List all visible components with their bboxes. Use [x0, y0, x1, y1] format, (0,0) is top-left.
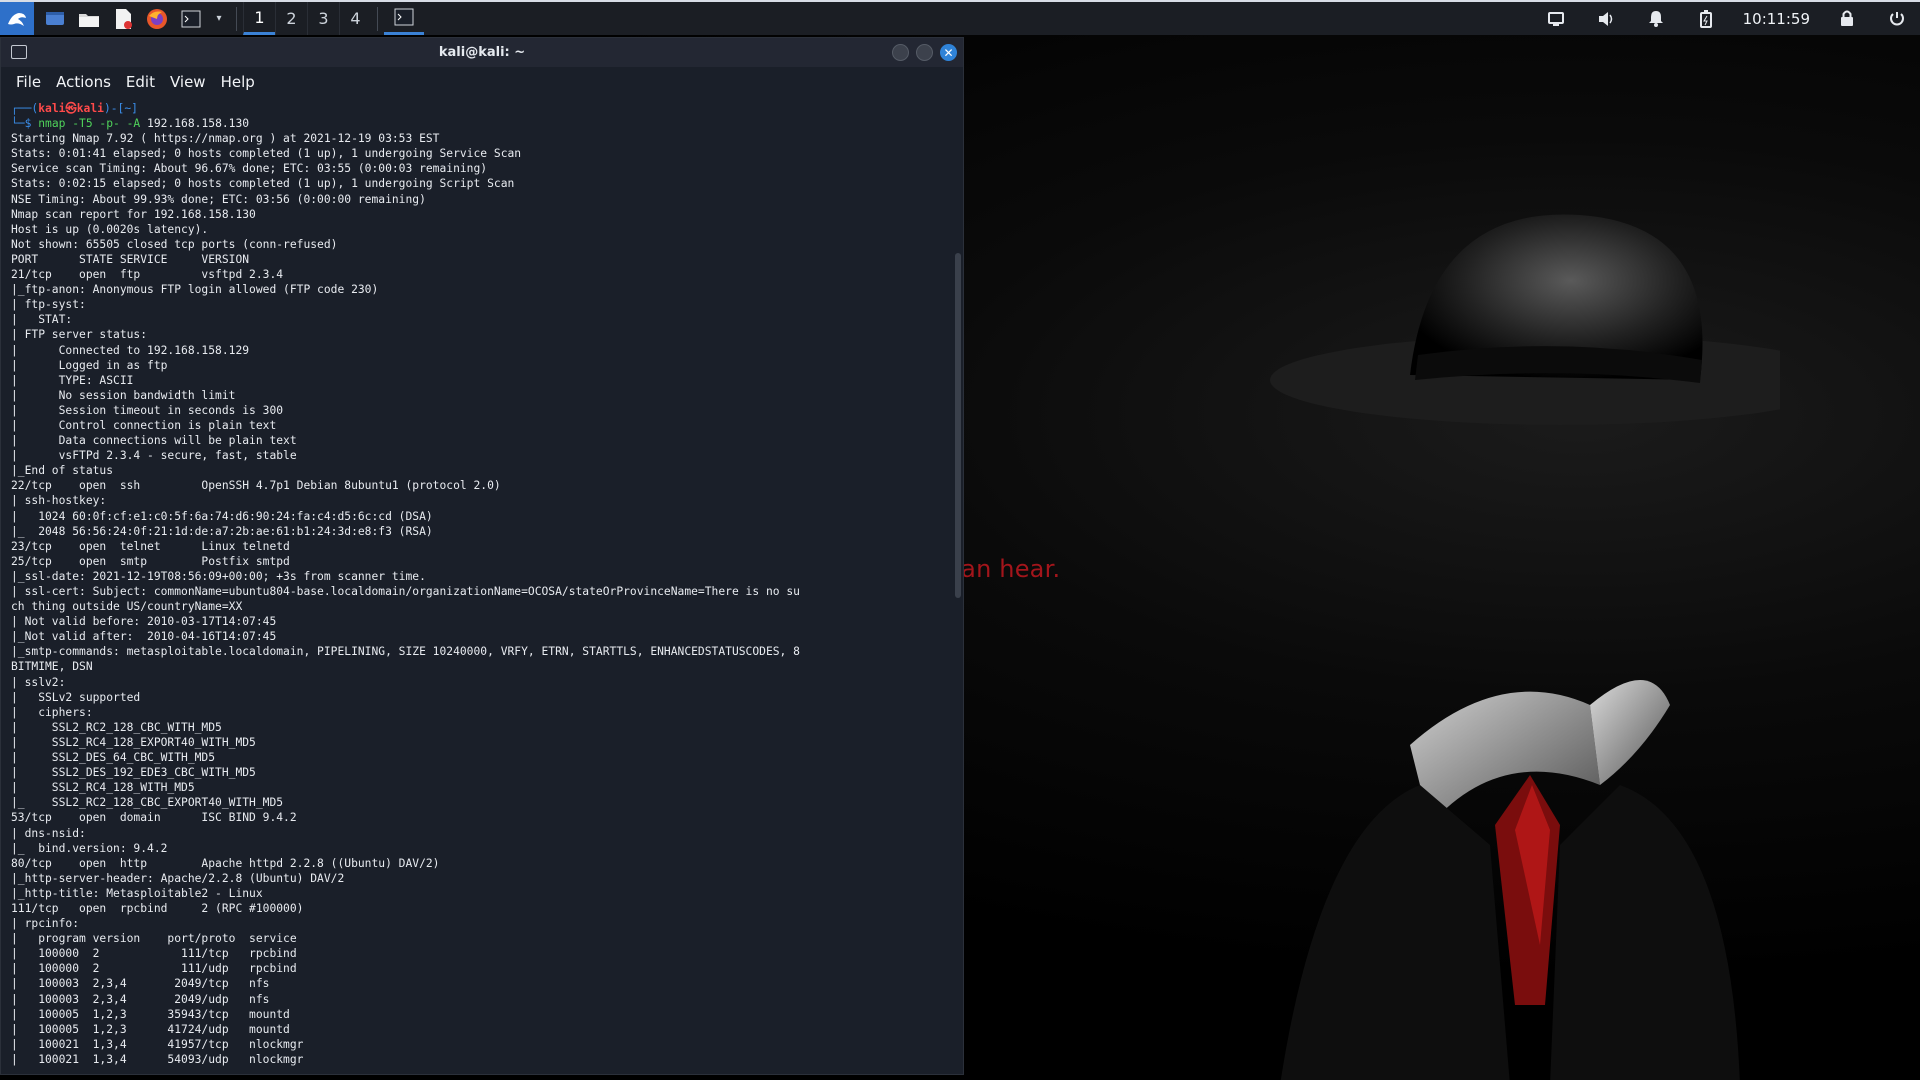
close-icon: ✕: [943, 45, 954, 60]
lock-screen-icon[interactable]: [1834, 6, 1860, 32]
show-desktop-icon[interactable]: [42, 6, 68, 32]
chevron-down-icon[interactable]: ▾: [212, 6, 226, 32]
menu-actions[interactable]: Actions: [56, 73, 111, 91]
menu-file[interactable]: File: [16, 73, 41, 91]
taskbar-separator: [377, 6, 378, 31]
prompt-line: ┌──(kali㉿kali)-[~]: [11, 102, 138, 115]
terminal-task-button[interactable]: [384, 2, 424, 35]
taskbar: ▾ 1 2 3 4 10:11:59: [0, 0, 1920, 35]
battery-icon[interactable]: [1693, 6, 1719, 32]
firefox-icon[interactable]: [144, 6, 170, 32]
notification-bell-icon[interactable]: [1643, 6, 1669, 32]
kali-menu-button[interactable]: [0, 2, 34, 35]
taskbar-separator: [236, 6, 237, 31]
display-icon[interactable]: [1543, 6, 1569, 32]
menu-bar: File Actions Edit View Help: [1, 67, 963, 97]
menu-view[interactable]: View: [170, 73, 206, 91]
window-title: kali@kali: ~: [438, 45, 526, 60]
workspace-1[interactable]: 1: [243, 2, 275, 35]
minimize-button[interactable]: [892, 44, 909, 61]
window-titlebar[interactable]: kali@kali: ~ ✕: [1, 38, 963, 67]
close-button[interactable]: ✕: [940, 44, 957, 61]
file-manager-icon[interactable]: [76, 6, 102, 32]
clock[interactable]: 10:11:59: [1743, 10, 1810, 28]
workspace-2[interactable]: 2: [275, 2, 307, 35]
command-text: nmap -T5 -p- -A: [38, 117, 141, 131]
system-tray: 10:11:59: [1539, 2, 1914, 35]
command-target: 192.168.158.130: [140, 117, 250, 131]
kali-dragon-icon: [8, 12, 26, 26]
command-line: └─$ nmap -T5 -p- -A 192.168.158.130: [11, 117, 250, 131]
hat-figure-image: [1270, 214, 1780, 1080]
terminal-launcher-icon[interactable]: [178, 6, 204, 32]
terminal-output-area[interactable]: ┌──(kali㉿kali)-[~] └─$ nmap -T5 -p- -A 19…: [1, 97, 951, 1074]
power-logout-icon[interactable]: [1884, 6, 1910, 32]
nmap-output: Starting Nmap 7.92 ( https://nmap.org ) …: [11, 132, 800, 1066]
terminal-window[interactable]: kali@kali: ~ ✕ File Actions Edit View He…: [0, 37, 964, 1075]
text-editor-icon[interactable]: [110, 6, 136, 32]
menu-edit[interactable]: Edit: [126, 73, 155, 91]
workspace-4[interactable]: 4: [339, 2, 371, 35]
terminal-scrollbar[interactable]: [955, 253, 961, 598]
prompt-user: kali㉿kali: [38, 102, 104, 115]
menu-help[interactable]: Help: [221, 73, 255, 91]
volume-icon[interactable]: [1593, 6, 1619, 32]
maximize-button[interactable]: [916, 44, 933, 61]
terminal-icon: [394, 8, 414, 26]
workspace-3[interactable]: 3: [307, 2, 339, 35]
